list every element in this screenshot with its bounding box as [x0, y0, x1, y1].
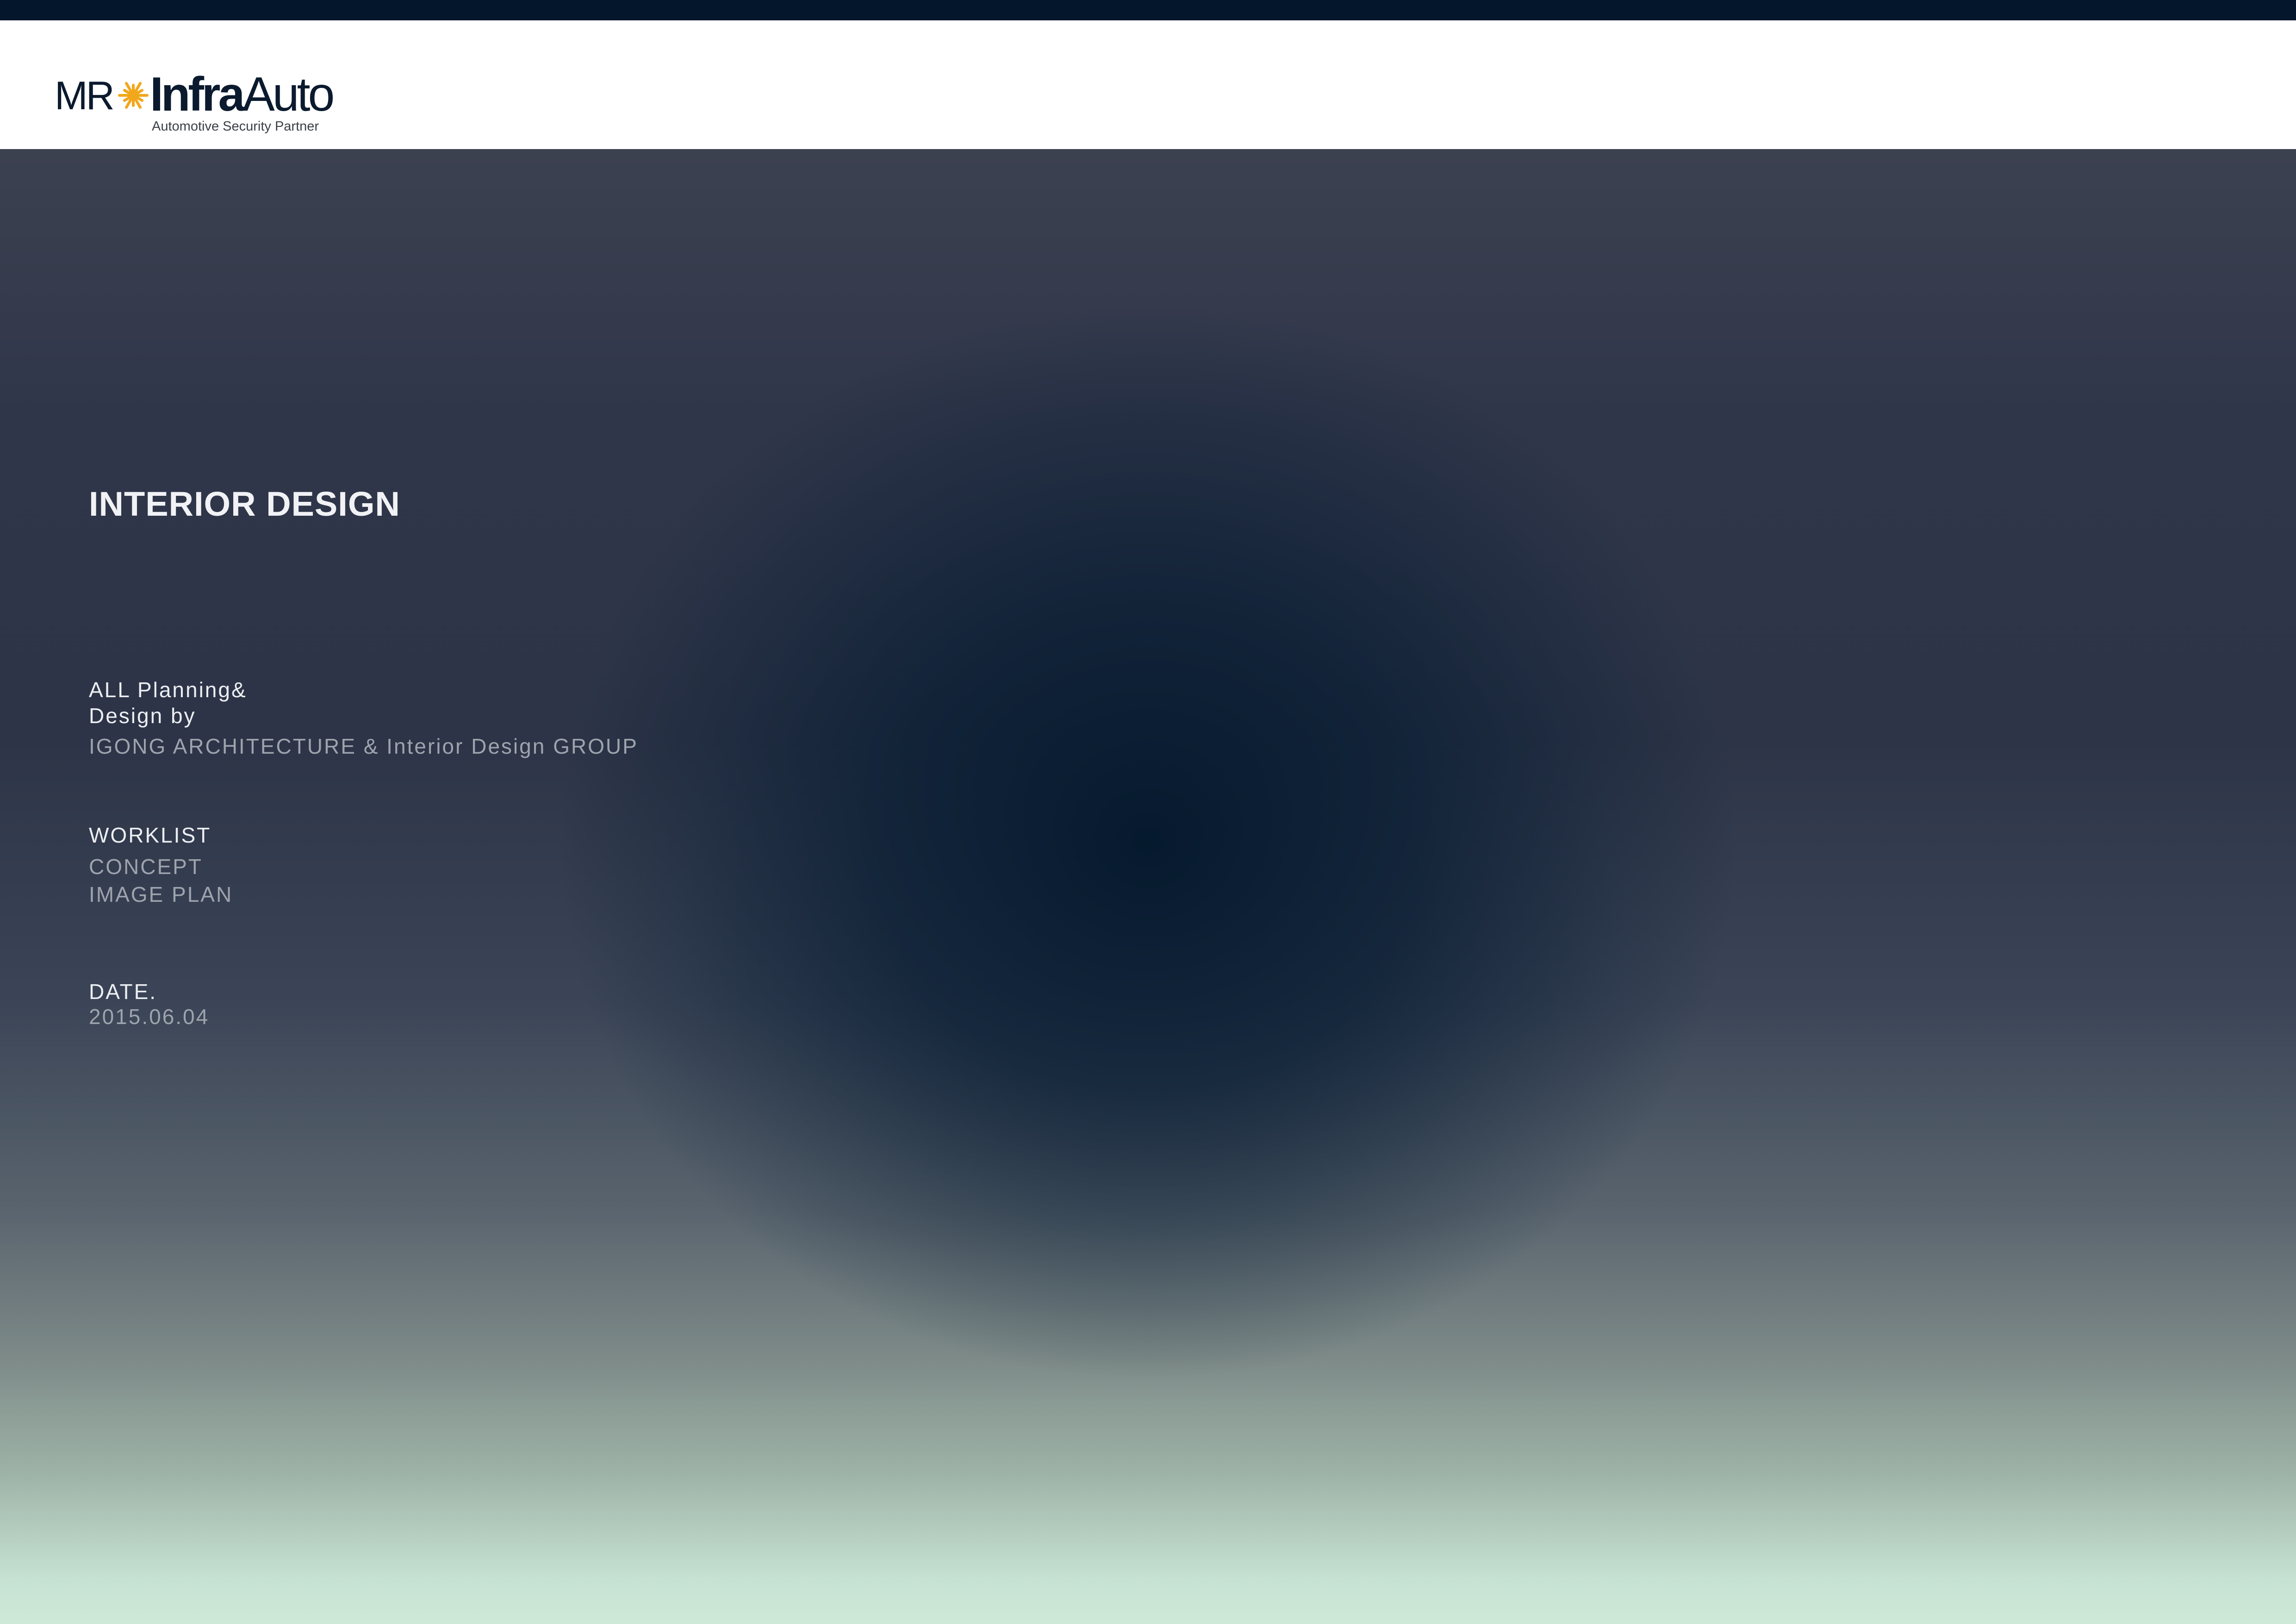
- company-logo: MR InfraAuto Automotive Security Partner: [55, 56, 342, 140]
- worklist-label: WORKLIST: [89, 823, 212, 847]
- document-page: MR InfraAuto Automotive Security Partner…: [0, 0, 2296, 1624]
- planning-value: IGONG ARCHITECTURE & Interior Design GRO…: [89, 734, 638, 758]
- logo-brand: InfraAuto: [150, 68, 335, 121]
- star-burst-icon: [118, 82, 149, 109]
- date-label: DATE.: [89, 980, 157, 1004]
- logo-brand-bold: Infra: [150, 68, 245, 121]
- worklist-item-concept: CONCEPT: [89, 855, 203, 879]
- logo-prefix: MR: [55, 74, 115, 118]
- planning-label-line-2: Design by: [89, 704, 196, 728]
- page-title: INTERIOR DESIGN: [89, 485, 400, 523]
- top-bar: [0, 0, 2296, 20]
- planning-label-line-1: ALL Planning&: [89, 678, 247, 702]
- date-value: 2015.06.04: [89, 1005, 210, 1029]
- logo-tagline: Automotive Security Partner: [152, 119, 319, 134]
- worklist-item-image-plan: IMAGE PLAN: [89, 882, 233, 906]
- cover-background: [0, 149, 2296, 1624]
- logo-brand-light: Auto: [243, 68, 335, 121]
- header: MR InfraAuto Automotive Security Partner: [0, 20, 2296, 149]
- star-core: [129, 91, 137, 100]
